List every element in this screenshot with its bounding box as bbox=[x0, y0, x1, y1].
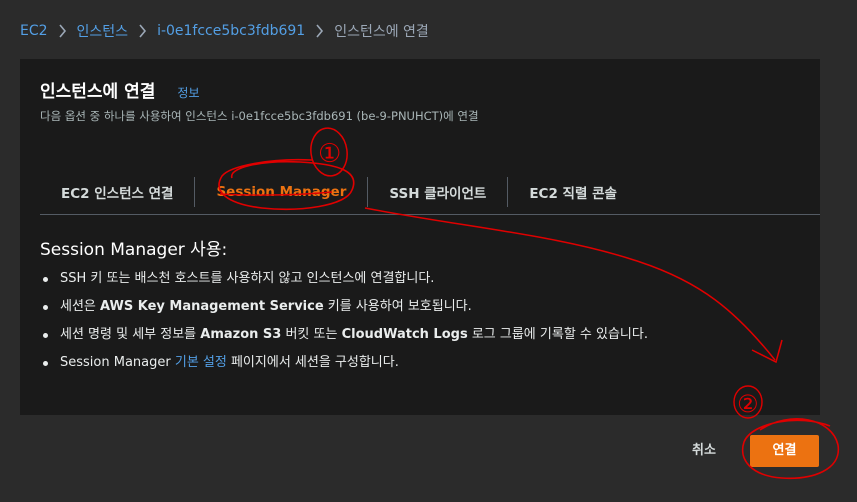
tab-ssh-client[interactable]: SSH 클라이언트 bbox=[368, 182, 507, 202]
connect-panel: 인스턴스에 연결 정보 다음 옵션 중 하나를 사용하여 인스턴스 i-0e1f… bbox=[20, 59, 820, 415]
bullet-text: 버킷 또는 bbox=[281, 327, 342, 342]
info-link[interactable]: 정보 bbox=[177, 84, 199, 101]
bullet-dot bbox=[43, 333, 48, 338]
bullet-text: 세션 명령 및 세부 정보를 bbox=[60, 327, 201, 342]
chevron-right-icon bbox=[138, 24, 147, 38]
page-title: 인스턴스에 연결 bbox=[40, 82, 156, 102]
breadcrumb-current: 인스턴스에 연결 bbox=[334, 24, 429, 40]
list-item: 세션은 AWS Key Management Service 키를 사용하여 보… bbox=[40, 293, 810, 321]
bullet-strong: CloudWatch Logs bbox=[341, 327, 468, 342]
tab-session-manager[interactable]: Session Manager bbox=[195, 184, 367, 200]
session-manager-bullets: SSH 키 또는 배스천 호스트를 사용하지 않고 인스턴스에 연결합니다. 세… bbox=[40, 265, 810, 377]
bullet-strong: AWS Key Management Service bbox=[100, 299, 324, 314]
bullet-dot bbox=[43, 305, 48, 310]
cancel-button[interactable]: 취소 bbox=[678, 437, 730, 465]
bullet-text: 키를 사용하여 보호됩니다. bbox=[323, 299, 472, 314]
breadcrumb-instance-id[interactable]: i-0e1fcce5bc3fdb691 bbox=[157, 23, 305, 39]
tab-ec2-serial-console[interactable]: EC2 직렬 콘솔 bbox=[508, 182, 638, 202]
list-item: 세션 명령 및 세부 정보를 Amazon S3 버킷 또는 CloudWatc… bbox=[40, 321, 810, 349]
bullet-text: Session Manager bbox=[60, 355, 175, 370]
session-manager-heading: Session Manager 사용: bbox=[40, 240, 228, 260]
tab-ec2-instance-connect[interactable]: EC2 인스턴스 연결 bbox=[40, 182, 194, 202]
bullet-text: 로그 그룹에 기록할 수 있습니다. bbox=[467, 327, 648, 342]
connect-button[interactable]: 연결 bbox=[750, 435, 819, 467]
bullet-dot bbox=[43, 361, 48, 366]
connection-tabs: EC2 인스턴스 연결 Session Manager SSH 클라이언트 EC… bbox=[40, 169, 820, 215]
breadcrumb-instances[interactable]: 인스턴스 bbox=[77, 21, 129, 41]
breadcrumb-ec2[interactable]: EC2 bbox=[20, 23, 48, 39]
chevron-right-icon bbox=[315, 24, 324, 38]
chevron-right-icon bbox=[58, 24, 67, 38]
preferences-link[interactable]: 기본 설정 bbox=[175, 355, 227, 370]
bullet-dot bbox=[43, 277, 48, 282]
list-item: SSH 키 또는 배스천 호스트를 사용하지 않고 인스턴스에 연결합니다. bbox=[40, 265, 810, 293]
list-item: Session Manager 기본 설정 페이지에서 세션을 구성합니다. bbox=[40, 349, 810, 377]
bullet-text: SSH 키 또는 배스천 호스트를 사용하지 않고 인스턴스에 연결합니다. bbox=[60, 271, 435, 286]
bullet-strong: Amazon S3 bbox=[200, 327, 282, 342]
panel-header: 인스턴스에 연결 정보 다음 옵션 중 하나를 사용하여 인스턴스 i-0e1f… bbox=[40, 77, 800, 124]
bullet-text: 페이지에서 세션을 구성합니다. bbox=[226, 355, 399, 370]
bullet-text: 세션은 bbox=[60, 299, 101, 314]
breadcrumb: EC2 인스턴스 i-0e1fcce5bc3fdb691 인스턴스에 연결 bbox=[20, 20, 429, 42]
panel-description: 다음 옵션 중 하나를 사용하여 인스턴스 i-0e1fcce5bc3fdb69… bbox=[40, 109, 479, 123]
